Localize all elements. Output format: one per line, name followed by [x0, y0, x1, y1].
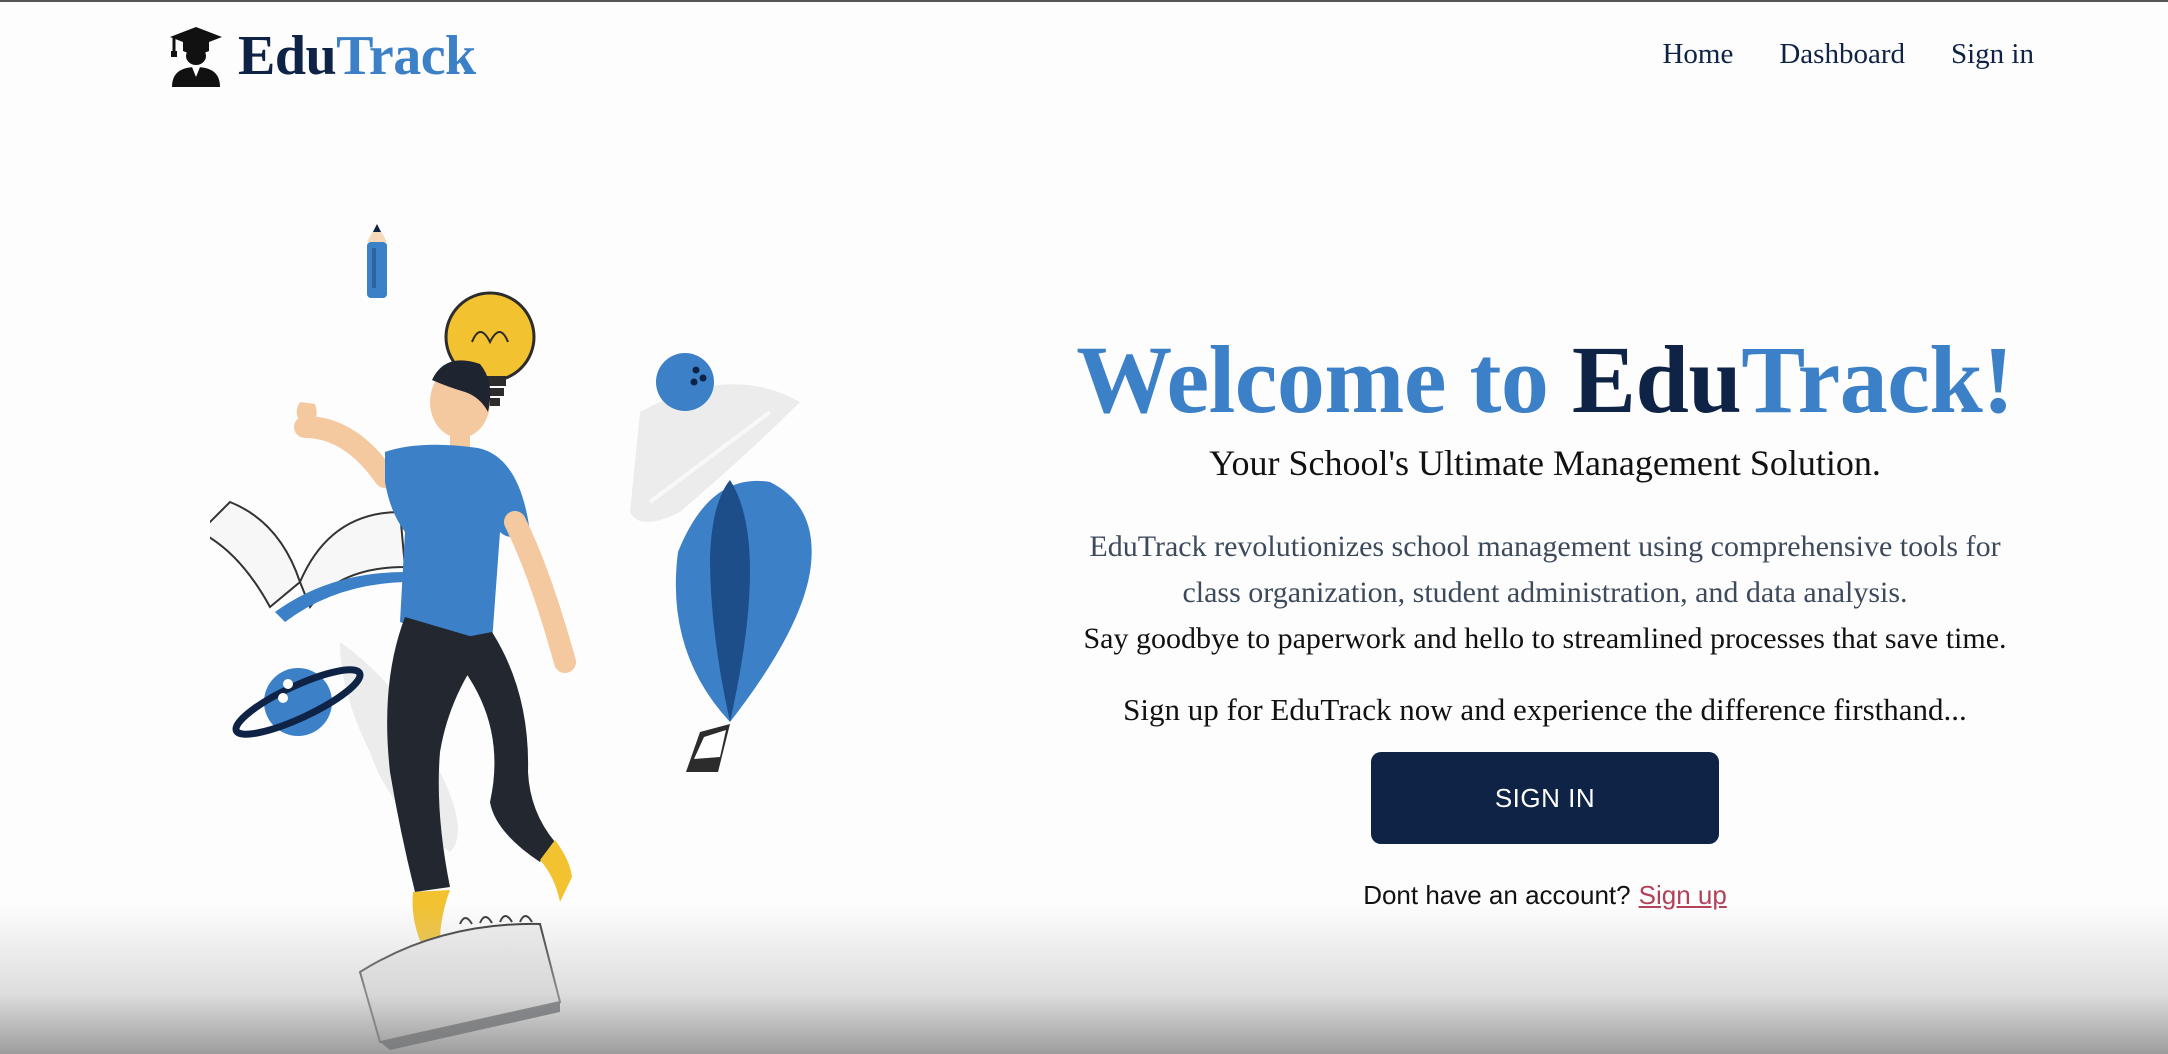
book-icon — [210, 500, 407, 622]
notebook-icon — [358, 915, 562, 1050]
nav-home[interactable]: Home — [1662, 38, 1733, 71]
brand-name: EduTrack — [238, 24, 476, 88]
hero-illustration — [210, 224, 812, 1050]
hero-title: Welcome to EduTrack! — [1000, 332, 2090, 428]
graduate-cap-icon — [170, 27, 222, 87]
sign-in-button[interactable]: SIGN IN — [1371, 752, 1719, 844]
sign-up-link[interactable]: Sign up — [1639, 880, 1727, 910]
account-prompt-text: Dont have an account? — [1363, 880, 1631, 910]
nav-sign-in[interactable]: Sign in — [1951, 38, 2034, 71]
hero-cta-text: Sign up for EduTrack now and experience … — [1123, 692, 1967, 727]
hero-title-welcome: Welcome to — [1076, 326, 1572, 433]
ball-icon — [656, 353, 714, 411]
brand-name-edu: Edu — [238, 25, 337, 87]
planet-icon — [232, 666, 364, 738]
top-navbar: EduTrack Home Dashboard Sign in — [0, 2, 2168, 110]
hero-subtitle: Your School's Ultimate Management Soluti… — [1209, 443, 1881, 483]
brand-logo[interactable]: EduTrack — [168, 24, 476, 88]
student-figure — [294, 360, 576, 952]
hero-section: Welcome to EduTrack! Your School's Ultim… — [1000, 332, 2090, 911]
hero-description-line-2: class organization, student administrati… — [1182, 576, 1908, 609]
hero-description-line-1: EduTrack revolutionizes school managemen… — [1089, 530, 2001, 563]
hero-title-track: Track! — [1741, 326, 2014, 433]
pencil-icon — [367, 224, 387, 298]
hero-title-edu: Edu — [1571, 326, 1742, 433]
balloon-icon — [675, 480, 812, 772]
main-nav: Home Dashboard Sign in — [1662, 38, 2034, 71]
account-prompt-row: Dont have an account? Sign up — [1000, 880, 2090, 911]
nav-dashboard[interactable]: Dashboard — [1779, 38, 1905, 71]
hero-description-line-3: Say goodbye to paperwork and hello to st… — [1083, 622, 2007, 655]
brand-name-track: Track — [336, 25, 476, 87]
